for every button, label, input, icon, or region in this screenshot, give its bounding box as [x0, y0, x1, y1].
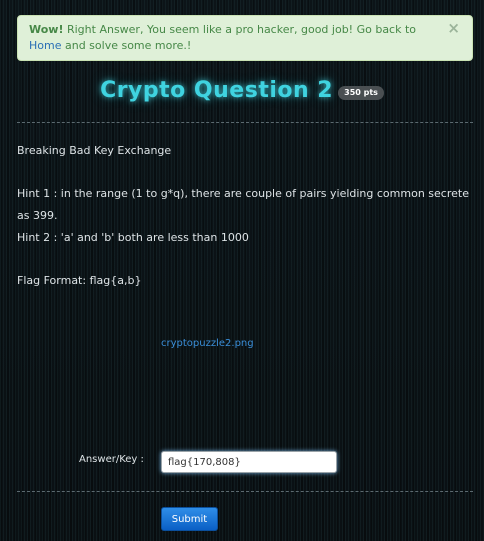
hint-2: Hint 2 : 'a' and 'b' both are less than …: [17, 231, 249, 244]
page-header: Crypto Question 2 350 pts: [0, 78, 484, 103]
flag-format: Flag Format: flag{a,b}: [17, 274, 142, 287]
form-divider: [17, 491, 473, 492]
divider: [17, 122, 473, 123]
submit-button[interactable]: Submit: [161, 507, 218, 531]
answer-input[interactable]: [161, 451, 337, 473]
hint-1: Hint 1 : in the range (1 to g*q), there …: [17, 187, 469, 222]
alert-text-end: and solve some more.!: [61, 39, 192, 52]
puzzle-image-link[interactable]: cryptopuzzle2.png: [161, 338, 254, 349]
home-link[interactable]: Home: [29, 39, 61, 52]
answer-label: Answer/Key :: [79, 454, 144, 465]
success-alert: Wow! Right Answer, You seem like a pro h…: [17, 15, 473, 61]
page-title: Crypto Question 2: [100, 78, 334, 103]
challenge-description: Breaking Bad Key Exchange Hint 1 : in th…: [17, 140, 473, 292]
alert-strong: Wow!: [29, 23, 64, 36]
close-icon[interactable]: ×: [447, 20, 460, 36]
points-badge: 350 pts: [338, 85, 384, 100]
alert-text: Right Answer, You seem like a pro hacker…: [63, 23, 417, 36]
description-text: Breaking Bad Key Exchange: [17, 144, 172, 157]
